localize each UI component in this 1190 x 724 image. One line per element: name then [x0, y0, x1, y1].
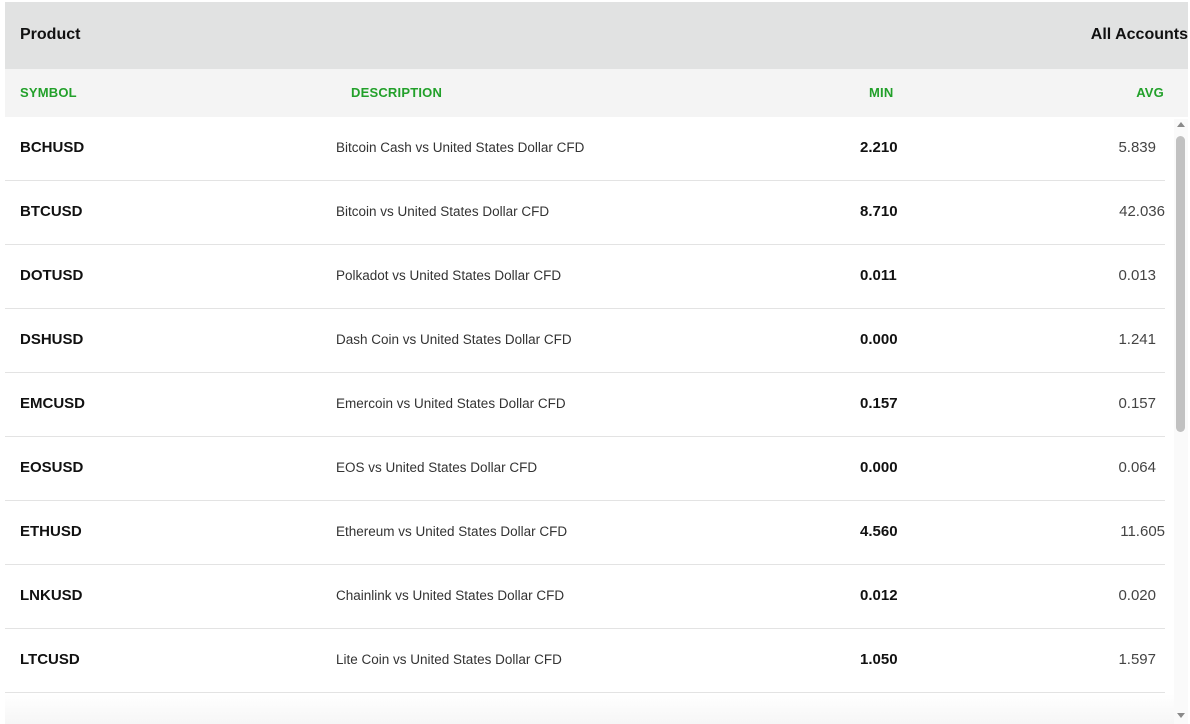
min-cell: 4.560: [860, 523, 898, 540]
column-header-row: SYMBOL DESCRIPTION MIN AVG: [5, 69, 1188, 117]
avg-cell: 5.839: [1118, 139, 1156, 156]
description-cell: Emercoin vs United States Dollar CFD: [336, 396, 566, 411]
scrollbar-thumb[interactable]: [1176, 136, 1185, 432]
column-header-min[interactable]: MIN: [869, 85, 893, 100]
table-row: LTCUSD Lite Coin vs United States Dollar…: [5, 629, 1165, 693]
description-cell: Polkadot vs United States Dollar CFD: [336, 268, 562, 283]
column-header-symbol[interactable]: SYMBOL: [20, 85, 77, 100]
min-cell: 0.000: [860, 459, 898, 476]
symbol-cell: LNKUSD: [20, 587, 83, 604]
table-title-bar: Product All Accounts: [5, 2, 1188, 69]
symbol-cell: ETHUSD: [20, 523, 82, 540]
table-row: BCHUSD Bitcoin Cash vs United States Dol…: [5, 117, 1165, 181]
column-header-description[interactable]: DESCRIPTION: [351, 85, 442, 100]
symbol-cell: BCHUSD: [20, 139, 85, 156]
symbol-cell: EOSUSD: [20, 459, 84, 476]
avg-cell: 0.020: [1118, 587, 1156, 604]
table-row: DSHUSD Dash Coin vs United States Dollar…: [5, 309, 1165, 373]
description-cell: Ethereum vs United States Dollar CFD: [336, 524, 568, 539]
bottom-fade: [5, 694, 1174, 724]
avg-cell: 0.013: [1118, 267, 1156, 284]
min-cell: 1.050: [860, 651, 898, 668]
symbol-cell: LTCUSD: [20, 651, 80, 668]
avg-cell: 0.157: [1118, 395, 1156, 412]
description-cell: Lite Coin vs United States Dollar CFD: [336, 652, 562, 667]
description-cell: EOS vs United States Dollar CFD: [336, 460, 538, 475]
scroll-up-arrow-icon[interactable]: [1177, 122, 1185, 127]
min-cell: 0.000: [860, 331, 898, 348]
column-header-avg[interactable]: AVG: [1136, 85, 1164, 100]
table-row: EOSUSD EOS vs United States Dollar CFD 0…: [5, 437, 1165, 501]
min-cell: 8.710: [860, 203, 898, 220]
avg-cell: 42.036: [1119, 203, 1165, 220]
min-cell: 0.011: [860, 267, 897, 284]
avg-cell: 1.241: [1118, 331, 1156, 348]
avg-cell: 1.597: [1118, 651, 1156, 668]
description-cell: Chainlink vs United States Dollar CFD: [336, 588, 565, 603]
min-cell: 0.157: [860, 395, 898, 412]
min-cell: 0.012: [860, 587, 898, 604]
table-row: BTCUSD Bitcoin vs United States Dollar C…: [5, 181, 1165, 245]
description-cell: Dash Coin vs United States Dollar CFD: [336, 332, 572, 347]
table-row: EMCUSD Emercoin vs United States Dollar …: [5, 373, 1165, 437]
min-cell: 2.210: [860, 139, 898, 156]
table-row: LNKUSD Chainlink vs United States Dollar…: [5, 565, 1165, 629]
table-body: BCHUSD Bitcoin Cash vs United States Dol…: [5, 117, 1165, 724]
symbol-cell: DOTUSD: [20, 267, 84, 284]
spreads-table-panel: Product All Accounts SYMBOL DESCRIPTION …: [5, 2, 1188, 724]
all-accounts-label: All Accounts: [1090, 26, 1188, 43]
description-cell: Bitcoin vs United States Dollar CFD: [336, 204, 550, 219]
symbol-cell: DSHUSD: [20, 331, 84, 348]
avg-cell: 11.605: [1120, 523, 1165, 540]
product-label: Product: [20, 26, 81, 43]
table-row: ETHUSD Ethereum vs United States Dollar …: [5, 501, 1165, 565]
vertical-scrollbar[interactable]: [1174, 119, 1188, 724]
avg-cell: 0.064: [1118, 459, 1156, 476]
symbol-cell: BTCUSD: [20, 203, 83, 220]
table-row: DOTUSD Polkadot vs United States Dollar …: [5, 245, 1165, 309]
symbol-cell: EMCUSD: [20, 395, 86, 412]
scroll-down-arrow-icon[interactable]: [1177, 713, 1185, 718]
description-cell: Bitcoin Cash vs United States Dollar CFD: [336, 140, 585, 155]
